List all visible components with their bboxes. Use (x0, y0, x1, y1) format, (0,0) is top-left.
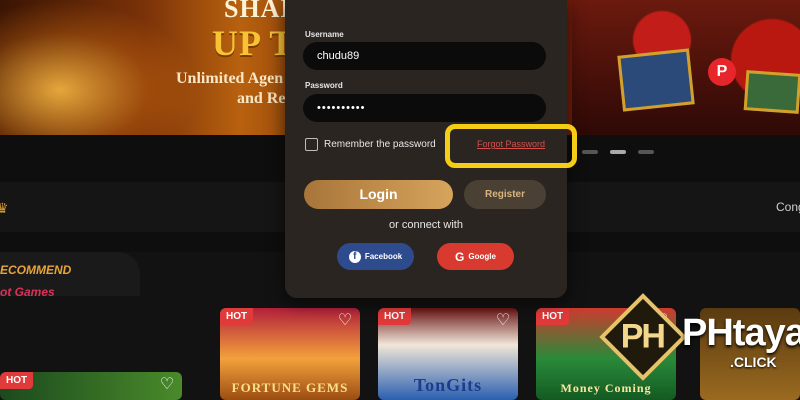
password-input[interactable] (303, 94, 546, 122)
nav-right-text[interactable]: Cong (776, 200, 800, 214)
forgot-password-highlight (445, 124, 577, 168)
hot-badge: HOT (378, 308, 412, 325)
google-login-button[interactable]: G Google (437, 243, 514, 270)
heart-icon[interactable]: ♡ (336, 312, 354, 330)
facebook-login-button[interactable]: f Facebook (337, 243, 414, 270)
facebook-label: Facebook (364, 252, 403, 261)
slider-dot[interactable] (638, 150, 654, 154)
page: SHAR UP T Unlimited Agen and Re P ♛ Cong… (0, 0, 800, 400)
hot-badge: HOT (0, 372, 34, 389)
slider-dot-active[interactable] (610, 150, 626, 154)
game-name: FORTUNE GEMS (231, 380, 349, 395)
heart-icon[interactable]: ♡ (494, 312, 512, 330)
banner-big-text: UP T (212, 23, 295, 63)
banner-pagination (582, 150, 654, 154)
google-icon: G (455, 249, 465, 264)
game-card-partial[interactable]: HOT ♡ (0, 372, 182, 400)
banner-slot-screen (617, 48, 695, 112)
trophy-icon[interactable]: ♛ (0, 200, 9, 217)
heart-icon[interactable]: ♡ (158, 376, 176, 394)
banner-slot-screen-2 (743, 70, 800, 114)
facebook-icon: f (348, 250, 361, 263)
game-card-tongits[interactable]: HOT ♡ TonGits (378, 308, 518, 400)
hot-games-subtitle[interactable]: ot Games (0, 285, 55, 299)
remember-label[interactable]: Remember the password (324, 139, 436, 150)
brand-logo: PH PHtaya .CLICK (599, 293, 800, 381)
hot-badge: HOT (536, 308, 570, 325)
brand-name: PHtaya (682, 312, 800, 354)
hot-badge: HOT (220, 308, 254, 325)
remember-checkbox[interactable] (305, 138, 318, 151)
game-name: TonGits (413, 375, 483, 395)
game-name: Money Coming (560, 381, 652, 395)
register-button[interactable]: Register (464, 180, 546, 209)
brand-suffix: .CLICK (730, 354, 777, 370)
google-label: Google (468, 252, 496, 261)
username-label: Username (305, 30, 344, 39)
game-card-fortune-gems[interactable]: HOT ♡ FORTUNE GEMS (220, 308, 360, 400)
banner-line-1: Unlimited Agen (176, 70, 284, 87)
slider-dot[interactable] (582, 150, 598, 154)
username-input[interactable] (303, 42, 546, 70)
brand-mark: PH (599, 293, 687, 381)
banner-glow (0, 0, 200, 135)
login-button[interactable]: Login (304, 180, 453, 209)
connect-with-label: or connect with (389, 219, 463, 231)
pinterest-icon: P (708, 58, 736, 86)
recommend-title: ECOMMEND (0, 263, 72, 277)
password-label: Password (305, 81, 343, 90)
banner-line-2: and Re (237, 90, 286, 107)
